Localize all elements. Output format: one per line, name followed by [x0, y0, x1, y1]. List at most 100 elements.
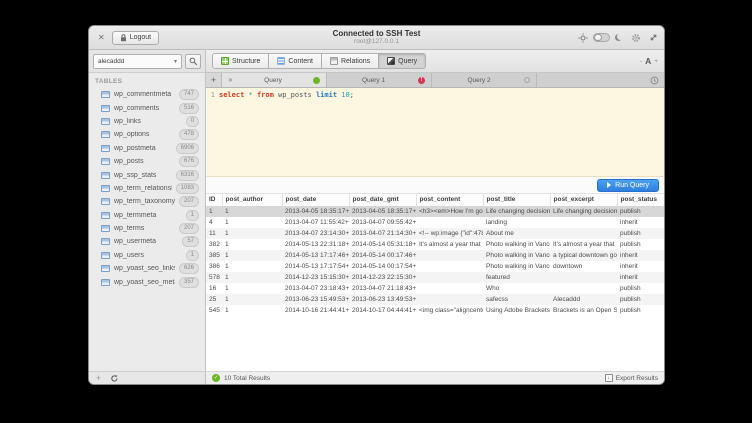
- result-cell: 1: [222, 250, 282, 261]
- result-cell: [416, 294, 483, 305]
- dark-mode-toggle[interactable]: [593, 33, 610, 42]
- query-tab[interactable]: ✕ Query: [222, 73, 327, 87]
- table-name: wp_termmeta: [114, 212, 182, 219]
- row-count-badge: 1: [186, 250, 199, 261]
- query-icon: [387, 57, 395, 65]
- result-row[interactable]: 412013-04-07 11:55:42+02013-04-07 09:55:…: [206, 217, 664, 228]
- result-cell: Brackets is an Open Soun: [550, 305, 617, 316]
- query-tab[interactable]: Query 1!: [327, 73, 432, 87]
- query-tab-label: Query: [237, 77, 309, 84]
- result-cell: Photo walking in Vancouv: [483, 250, 550, 261]
- query-history-button[interactable]: [644, 73, 664, 87]
- column-header-post_date[interactable]: post_date: [282, 194, 349, 206]
- logout-button[interactable]: Logout: [112, 31, 159, 45]
- clock-icon: [650, 76, 659, 85]
- export-results-button[interactable]: ↓ Export Results: [605, 374, 658, 382]
- view-tab-relations[interactable]: Relations: [322, 53, 379, 69]
- add-table-icon[interactable]: +: [96, 374, 101, 383]
- view-tab-query[interactable]: Query: [379, 53, 426, 69]
- sidebar-table-item[interactable]: wp_ssp_stats6316: [92, 168, 202, 181]
- result-cell: 2013-04-07 21:14:30+0: [349, 228, 416, 239]
- result-cell: <!-- wp:image {"id":4786}: [416, 228, 483, 239]
- sidebar-table-item[interactable]: wp_term_relationships1083: [92, 182, 202, 195]
- result-cell: 2013-06-23 13:49:53+0: [349, 294, 416, 305]
- light-mode-sun-icon: [578, 33, 588, 43]
- view-tab-content[interactable]: Content: [269, 53, 322, 69]
- table-name: wp_terms: [114, 225, 175, 232]
- table-icon: [101, 198, 110, 205]
- result-cell: [416, 283, 483, 294]
- sidebar-table-item[interactable]: wp_yoast_seo_meta357: [92, 275, 202, 288]
- result-cell: 11: [206, 228, 222, 239]
- row-count-badge: 6906: [176, 143, 199, 154]
- run-query-label: Run Query: [615, 182, 649, 189]
- result-row[interactable]: 38212014-05-13 22:31:18+02014-05-14 05:3…: [206, 239, 664, 250]
- result-cell: Who: [483, 283, 550, 294]
- database-selector[interactable]: alecaddd ▾: [93, 54, 182, 69]
- decrease-font-icon[interactable]: -: [640, 58, 642, 65]
- sidebar-table-item[interactable]: wp_users1: [92, 249, 202, 262]
- table-list: wp_commentmeta747wp_comments516wp_links0…: [89, 88, 205, 371]
- close-tab-icon[interactable]: ✕: [228, 77, 233, 84]
- result-cell: a typical downtown goose: [550, 250, 617, 261]
- sidebar-table-item[interactable]: wp_yoast_seo_links626: [92, 262, 202, 275]
- sql-editor[interactable]: 1 select * from wp_posts limit 10;: [206, 88, 664, 177]
- column-header-post_date_gmt[interactable]: post_date_gmt: [349, 194, 416, 206]
- lock-icon: [120, 34, 127, 42]
- query-tab-bar: + ✕ Query Query 1!Query 2: [206, 73, 664, 88]
- result-cell: 2014-10-17 04:44:41+0: [349, 305, 416, 316]
- fullscreen-expand-icon[interactable]: [649, 33, 658, 42]
- column-header-post_status[interactable]: post_status: [617, 194, 664, 206]
- table-icon: [101, 265, 110, 272]
- sidebar-table-item[interactable]: wp_commentmeta747: [92, 88, 202, 101]
- sidebar-table-item[interactable]: wp_links0: [92, 115, 202, 128]
- sidebar-table-item[interactable]: wp_posts676: [92, 155, 202, 168]
- tab-status-error-icon: !: [418, 77, 425, 84]
- result-cell: publish: [617, 228, 664, 239]
- result-cell: publish: [617, 239, 664, 250]
- result-row[interactable]: 54512014-10-16 21:44:41+02014-10-17 04:4…: [206, 305, 664, 316]
- result-row[interactable]: 38612014-05-13 17:17:54+02014-05-14 00:1…: [206, 261, 664, 272]
- result-row[interactable]: 1112013-04-07 23:14:30+02013-04-07 21:14…: [206, 228, 664, 239]
- column-header-post_author[interactable]: post_author: [222, 194, 282, 206]
- sidebar-table-item[interactable]: wp_usermeta57: [92, 235, 202, 248]
- sidebar-table-item[interactable]: wp_options478: [92, 128, 202, 141]
- result-row[interactable]: 2512013-06-23 15:49:53+02013-06-23 13:49…: [206, 294, 664, 305]
- tables-section-label: TABLES: [89, 73, 205, 88]
- sidebar-table-item[interactable]: wp_postmeta6906: [92, 142, 202, 155]
- content-icon: [277, 57, 285, 65]
- settings-gear-icon[interactable]: [631, 33, 641, 43]
- font-size-control[interactable]: - A +: [640, 56, 658, 66]
- new-query-tab-button[interactable]: +: [206, 73, 222, 87]
- column-header-ID[interactable]: ID: [206, 194, 222, 206]
- view-tab-label: Query: [398, 58, 417, 65]
- row-count-badge: 0: [186, 116, 199, 127]
- result-cell: 2014-05-13 22:31:18+0: [282, 239, 349, 250]
- result-row[interactable]: 112013-04-05 18:35:17+02013-04-05 18:35:…: [206, 206, 664, 217]
- query-tab[interactable]: Query 2: [432, 73, 537, 87]
- sidebar-table-item[interactable]: wp_termmeta1: [92, 209, 202, 222]
- sidebar-table-item[interactable]: wp_terms207: [92, 222, 202, 235]
- result-cell: About me: [483, 228, 550, 239]
- sidebar-table-item[interactable]: wp_term_taxonomy207: [92, 195, 202, 208]
- column-header-post_excerpt[interactable]: post_excerpt: [550, 194, 617, 206]
- column-header-post_content[interactable]: post_content: [416, 194, 483, 206]
- chevron-down-icon: ▾: [174, 58, 177, 65]
- run-query-row: Run Query: [206, 177, 664, 194]
- result-row[interactable]: 57812014-12-23 15:15:30+02014-12-23 22:1…: [206, 272, 664, 283]
- result-row[interactable]: 1612013-04-07 23:18:43+02013-04-07 21:18…: [206, 283, 664, 294]
- result-cell: 2013-04-07 23:18:43+0: [282, 283, 349, 294]
- search-tables-button[interactable]: [185, 54, 201, 69]
- font-size-label: A: [645, 56, 651, 66]
- result-row[interactable]: 38512014-05-13 17:17:46+02014-05-14 00:1…: [206, 250, 664, 261]
- sidebar-table-item[interactable]: wp_comments516: [92, 101, 202, 114]
- result-cell: inherit: [617, 250, 664, 261]
- refresh-icon[interactable]: [110, 374, 119, 383]
- column-header-post_title[interactable]: post_title: [483, 194, 550, 206]
- view-tab-structure[interactable]: Structure: [212, 53, 269, 69]
- result-cell: <h3><em>How I'm going: [416, 206, 483, 217]
- run-query-button[interactable]: Run Query: [597, 179, 659, 192]
- result-cell: [550, 217, 617, 228]
- window-close-icon[interactable]: ✕: [95, 33, 108, 42]
- increase-font-icon[interactable]: +: [654, 58, 658, 65]
